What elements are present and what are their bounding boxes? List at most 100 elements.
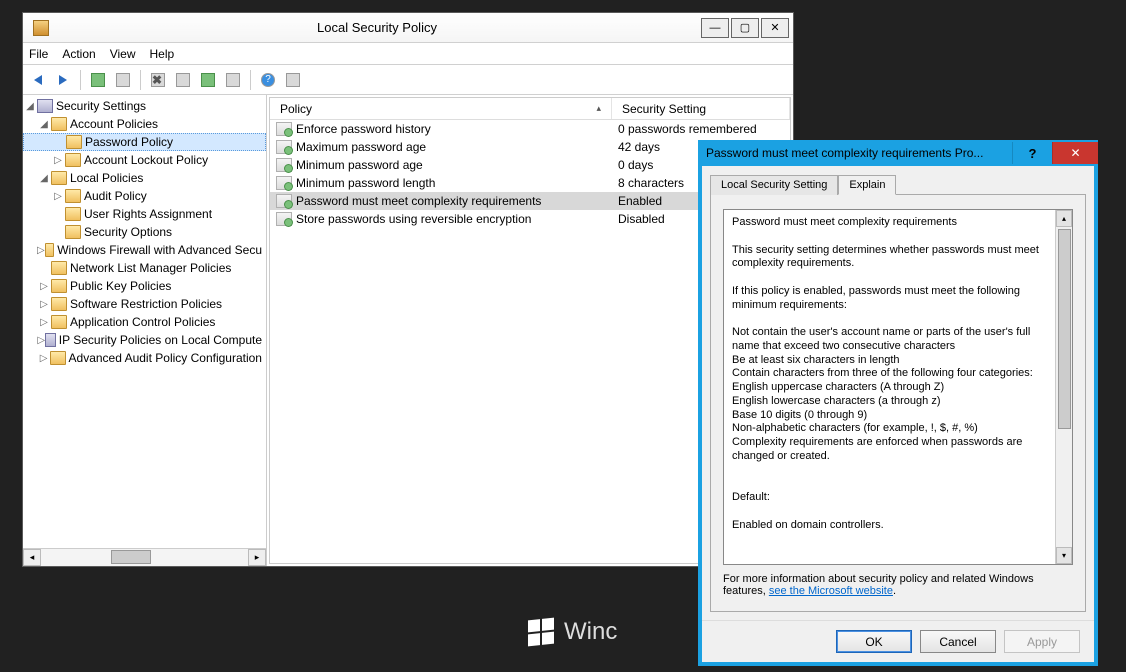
tree-node-user-rights[interactable]: User Rights Assignment — [23, 205, 266, 223]
expander-icon[interactable]: ◢ — [37, 119, 51, 130]
local-security-policy-window: Local Security Policy — ▢ ✕ File Action … — [22, 12, 794, 567]
tree-node-firewall[interactable]: ▷ Windows Firewall with Advanced Secu — [23, 241, 266, 259]
tab-explain[interactable]: Explain — [838, 175, 896, 195]
tree-node-audit-policy[interactable]: ▷ Audit Policy — [23, 187, 266, 205]
close-button[interactable]: ✕ — [761, 18, 789, 38]
tree-node-app-control[interactable]: ▷ Application Control Policies — [23, 313, 266, 331]
ipsec-icon — [45, 333, 55, 347]
minimize-button[interactable]: — — [701, 18, 729, 38]
tree-node-password-policy[interactable]: Password Policy — [23, 133, 266, 151]
scroll-up-button[interactable]: ▴ — [1056, 210, 1072, 227]
help-icon: ? — [261, 73, 275, 87]
scroll-track[interactable] — [1056, 227, 1072, 547]
cancel-button[interactable]: Cancel — [920, 630, 996, 653]
sort-indicator-icon: ▴ — [596, 103, 601, 114]
dialog-close-button[interactable]: ✕ — [1052, 142, 1098, 164]
tree-root[interactable]: ◢ Security Settings — [23, 97, 266, 115]
refresh-icon — [201, 73, 215, 87]
dialog-help-button[interactable]: ? — [1012, 142, 1052, 164]
scroll-left-button[interactable]: ◂ — [23, 549, 41, 566]
tree-node-network-list[interactable]: Network List Manager Policies — [23, 259, 266, 277]
watermark-text: Winc — [564, 618, 617, 646]
toolbar-separator — [140, 70, 141, 90]
tree-label: Network List Manager Policies — [70, 261, 231, 275]
expander-icon[interactable]: ◢ — [23, 101, 37, 112]
footer-text: For more information about security poli… — [723, 573, 1073, 597]
dialog-tabs: Local Security Setting Explain — [710, 175, 1086, 195]
up-icon — [91, 73, 105, 87]
tree-node-ipsec[interactable]: ▷ IP Security Policies on Local Compute — [23, 331, 266, 349]
policy-icon — [276, 194, 292, 208]
expander-icon[interactable]: ▷ — [37, 299, 51, 310]
tree-label: Account Lockout Policy — [84, 153, 208, 167]
maximize-button[interactable]: ▢ — [731, 18, 759, 38]
tree-hscrollbar[interactable]: ◂ ▸ — [23, 548, 266, 566]
folder-icon — [51, 279, 67, 293]
folder-icon — [51, 297, 67, 311]
expander-icon[interactable]: ▷ — [51, 155, 65, 166]
expander-icon[interactable]: ▷ — [37, 353, 50, 364]
export-button[interactable] — [222, 69, 244, 91]
menu-help[interactable]: Help — [150, 47, 175, 61]
scroll-track[interactable] — [41, 549, 248, 566]
tree-node-public-key[interactable]: ▷ Public Key Policies — [23, 277, 266, 295]
column-security-setting[interactable]: Security Setting — [612, 98, 790, 119]
tree-node-account-policies[interactable]: ◢ Account Policies — [23, 115, 266, 133]
properties-button[interactable] — [172, 69, 194, 91]
menu-file[interactable]: File — [29, 47, 48, 61]
explain-text[interactable]: Password must meet complexity requiremen… — [724, 210, 1055, 564]
tree-node-software-restriction[interactable]: ▷ Software Restriction Policies — [23, 295, 266, 313]
back-button[interactable] — [27, 69, 49, 91]
tree-node-local-policies[interactable]: ◢ Local Policies — [23, 169, 266, 187]
scroll-right-button[interactable]: ▸ — [248, 549, 266, 566]
policy-setting: 0 passwords remembered — [612, 122, 790, 136]
expander-icon[interactable]: ▷ — [37, 317, 51, 328]
options-button[interactable] — [282, 69, 304, 91]
help-button[interactable]: ? — [257, 69, 279, 91]
folder-icon — [66, 135, 82, 149]
column-policy[interactable]: Policy▴ — [270, 98, 612, 119]
tree-icon — [116, 73, 130, 87]
windows-logo-icon — [528, 618, 554, 647]
tree-node-account-lockout[interactable]: ▷ Account Lockout Policy — [23, 151, 266, 169]
forward-button[interactable] — [52, 69, 74, 91]
toolbar: ✖ ? — [23, 65, 793, 95]
policy-icon — [276, 212, 292, 226]
expander-icon[interactable]: ▷ — [51, 191, 65, 202]
policy-name: Store passwords using reversible encrypt… — [296, 212, 531, 226]
policy-icon — [276, 176, 292, 190]
expander-icon[interactable]: ▷ — [37, 281, 51, 292]
microsoft-website-link[interactable]: see the Microsoft website — [769, 585, 893, 597]
menu-action[interactable]: Action — [62, 47, 95, 61]
titlebar[interactable]: Local Security Policy — ▢ ✕ — [23, 13, 793, 43]
up-button[interactable] — [87, 69, 109, 91]
tree-label: Public Key Policies — [70, 279, 171, 293]
tree[interactable]: ◢ Security Settings ◢ Account Policies P… — [23, 95, 266, 548]
tree-node-advanced-audit[interactable]: ▷ Advanced Audit Policy Configuration — [23, 349, 266, 367]
properties-dialog: Password must meet complexity requiremen… — [698, 140, 1098, 666]
ok-button[interactable]: OK — [836, 630, 912, 653]
policy-name: Maximum password age — [296, 140, 426, 154]
delete-button[interactable]: ✖ — [147, 69, 169, 91]
refresh-button[interactable] — [197, 69, 219, 91]
scroll-thumb[interactable] — [111, 550, 151, 564]
list-row[interactable]: Enforce password history0 passwords reme… — [270, 120, 790, 138]
window-title: Local Security Policy — [55, 20, 699, 35]
expander-icon[interactable]: ◢ — [37, 173, 51, 184]
tree-label: Windows Firewall with Advanced Secu — [57, 243, 262, 257]
close-icon: ✕ — [1070, 146, 1080, 160]
scroll-down-button[interactable]: ▾ — [1056, 547, 1072, 564]
maximize-icon: ▢ — [740, 21, 750, 34]
expander-icon[interactable]: ▷ — [37, 335, 45, 346]
scroll-thumb[interactable] — [1058, 229, 1071, 429]
options-icon — [286, 73, 300, 87]
minimize-icon: — — [710, 22, 721, 34]
tree-node-security-options[interactable]: Security Options — [23, 223, 266, 241]
policy-name: Minimum password length — [296, 176, 435, 190]
show-hide-tree-button[interactable] — [112, 69, 134, 91]
menu-view[interactable]: View — [110, 47, 136, 61]
expander-icon[interactable]: ▷ — [37, 245, 45, 256]
explain-vscrollbar[interactable]: ▴ ▾ — [1055, 210, 1072, 564]
tab-local-security-setting[interactable]: Local Security Setting — [710, 175, 838, 195]
dialog-titlebar[interactable]: Password must meet complexity requiremen… — [698, 140, 1098, 166]
